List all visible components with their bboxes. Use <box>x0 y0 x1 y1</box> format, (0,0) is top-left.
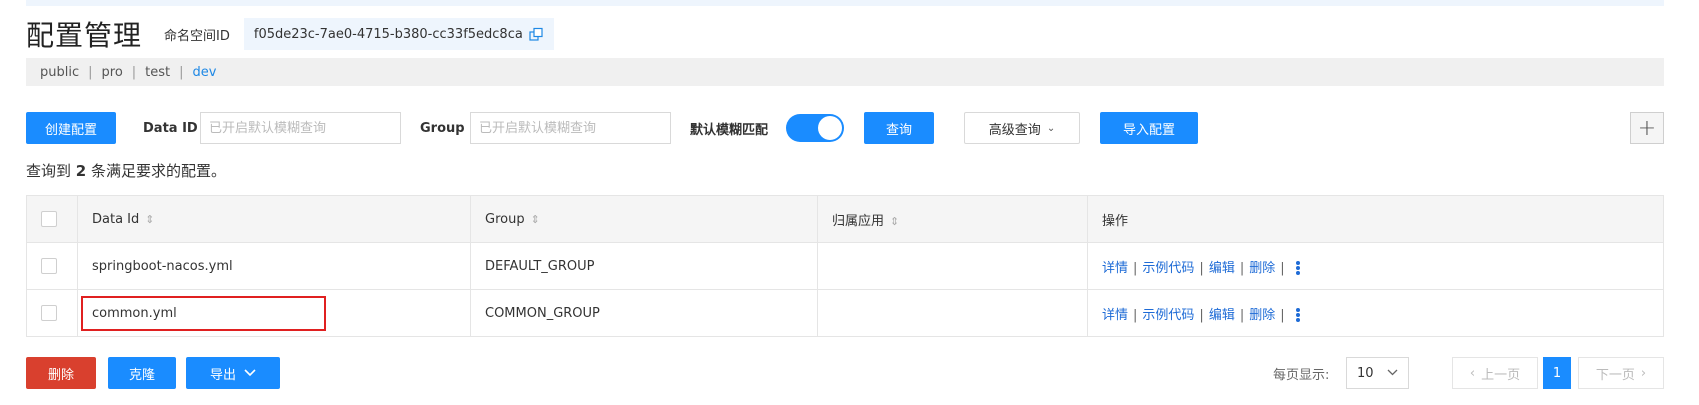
row-select-cell <box>26 242 78 290</box>
row-actions: 详情 | 示例代码 | 编辑 | 删除 | <box>1087 242 1664 290</box>
row-checkbox[interactable] <box>41 305 57 321</box>
result-prefix: 查询到 <box>26 162 72 180</box>
dataid-label: Data ID <box>143 120 198 136</box>
page-size-select[interactable]: 10 <box>1346 357 1409 389</box>
row-checkbox[interactable] <box>41 258 57 274</box>
header-actions: 操作 <box>1087 195 1664 243</box>
edit-link[interactable]: 编辑 <box>1209 308 1235 323</box>
row-data-id: common.yml <box>92 305 177 321</box>
top-banner-strip <box>26 0 1664 6</box>
sample-code-link[interactable]: 示例代码 <box>1142 308 1194 323</box>
fuzzy-match-label: 默认模糊匹配 <box>690 122 769 138</box>
namespace-label: 命名空间ID <box>164 28 230 44</box>
group-input[interactable] <box>470 112 671 144</box>
add-icon-button[interactable]: + <box>1630 112 1664 144</box>
page-title: 配置管理 <box>26 19 143 52</box>
bottom-bar: 删除 克隆 导出 每页显示: 10 ‹ 上一页 1 下一页 › <box>26 357 1664 389</box>
detail-link[interactable]: 详情 <box>1102 261 1128 276</box>
action-separator: | <box>1199 307 1204 323</box>
next-page-label: 下一页 <box>1595 367 1635 383</box>
table-row: springboot-nacos.yml DEFAULT_GROUP 详情 | 示例… <box>26 242 1664 290</box>
query-button[interactable]: 查询 <box>864 112 934 144</box>
namespace-separator: | <box>179 64 184 80</box>
namespace-tab-pro[interactable]: pro <box>102 65 123 80</box>
page-size-value: 10 <box>1357 365 1374 381</box>
header-data-id-label: Data Id <box>92 211 140 227</box>
header-group[interactable]: Group ⇕ <box>470 195 818 243</box>
advanced-query-button[interactable]: 高级查询 ⌄ <box>964 112 1080 144</box>
header-app[interactable]: 归属应用 ⇕ <box>817 195 1088 243</box>
action-separator: | <box>1133 260 1138 276</box>
detail-link[interactable]: 详情 <box>1102 308 1128 323</box>
header-data-id[interactable]: Data Id ⇕ <box>77 195 471 243</box>
fuzzy-match-toggle[interactable] <box>786 114 844 142</box>
action-separator: | <box>1280 260 1285 276</box>
namespace-tab-public[interactable]: public <box>40 65 79 80</box>
row-data-id: springboot-nacos.yml <box>77 242 471 290</box>
create-config-button[interactable]: 创建配置 <box>26 112 116 144</box>
batch-delete-button[interactable]: 删除 <box>26 357 96 389</box>
action-separator: | <box>1239 307 1245 323</box>
namespace-id-value: f05de23c-7ae0-4715-b380-cc33f5edc8ca <box>253 26 523 42</box>
namespace-tabs: public | pro | test | dev <box>26 58 1664 86</box>
next-page-button[interactable]: 下一页 › <box>1578 357 1664 389</box>
more-vertical-icon[interactable] <box>1295 308 1300 322</box>
header-app-label: 归属应用 <box>832 213 885 229</box>
more-vertical-icon[interactable] <box>1295 261 1300 275</box>
action-separator: | <box>1133 307 1138 323</box>
chevron-right-icon: › <box>1640 365 1647 381</box>
action-separator: | <box>1280 307 1285 323</box>
chevron-down-icon <box>1387 368 1398 379</box>
sort-icon[interactable]: ⇕ <box>890 215 899 228</box>
prev-page-button[interactable]: ‹ 上一页 <box>1452 357 1538 389</box>
row-group: COMMON_GROUP <box>470 289 818 337</box>
row-group: DEFAULT_GROUP <box>470 242 818 290</box>
import-config-button[interactable]: 导入配置 <box>1100 112 1198 144</box>
sort-icon[interactable]: ⇕ <box>531 213 540 226</box>
search-toolbar: 创建配置 Data ID Group 默认模糊匹配 查询 高级查询⌄ 导入配置 … <box>26 112 1664 144</box>
action-separator: | <box>1239 260 1245 276</box>
current-page-button[interactable]: 1 <box>1543 357 1571 389</box>
advanced-query-label: 高级查询 <box>988 122 1041 138</box>
chevron-down-icon: ⌄ <box>1046 122 1056 134</box>
toggle-knob <box>818 116 842 140</box>
prev-page-label: 上一页 <box>1481 367 1521 383</box>
delete-link[interactable]: 删除 <box>1249 308 1275 323</box>
select-all-checkbox[interactable] <box>41 211 57 227</box>
copy-icon[interactable] <box>529 27 544 42</box>
sample-code-link[interactable]: 示例代码 <box>1142 261 1194 276</box>
row-select-cell <box>26 289 78 337</box>
export-label: 导出 <box>209 367 236 383</box>
row-app <box>817 242 1088 290</box>
chevron-left-icon: ‹ <box>1469 365 1476 381</box>
table-header-row: Data Id ⇕ Group ⇕ 归属应用 ⇕ 操作 <box>26 195 1664 243</box>
clone-button[interactable]: 克隆 <box>108 357 176 389</box>
namespace-separator: | <box>88 64 93 80</box>
row-actions: 详情 | 示例代码 | 编辑 | 删除 | <box>1087 289 1664 337</box>
select-all-cell <box>26 195 78 243</box>
dataid-input[interactable] <box>200 112 401 144</box>
namespace-tab-dev[interactable]: dev <box>193 65 217 80</box>
export-button[interactable]: 导出 <box>186 357 280 389</box>
page-size-label: 每页显示: <box>1273 367 1330 383</box>
sort-icon[interactable]: ⇕ <box>145 213 154 226</box>
namespace-separator: | <box>131 64 137 80</box>
result-suffix: 条满足要求的配置。 <box>91 162 227 180</box>
action-separator: | <box>1199 260 1204 276</box>
delete-link[interactable]: 删除 <box>1249 261 1275 276</box>
config-table: Data Id ⇕ Group ⇕ 归属应用 ⇕ 操作 springboot-naco… <box>26 195 1664 337</box>
result-count-text: 查询到 2 条满足要求的配置。 <box>26 160 226 181</box>
result-count: 2 <box>75 162 87 180</box>
title-row: 配置管理 命名空间ID f05de23c-7ae0-4715-b380-cc33… <box>26 14 554 54</box>
row-app <box>817 289 1088 337</box>
chevron-down-icon <box>244 366 256 381</box>
edit-link[interactable]: 编辑 <box>1209 261 1235 276</box>
row-data-id-highlighted: common.yml <box>77 289 471 337</box>
namespace-tab-test[interactable]: test <box>145 65 170 80</box>
header-group-label: Group <box>485 211 525 227</box>
namespace-id-box: f05de23c-7ae0-4715-b380-cc33f5edc8ca <box>243 18 554 50</box>
group-label: Group <box>420 120 465 136</box>
table-row: common.yml COMMON_GROUP 详情 | 示例代码 | 编辑 | 删除 | <box>26 289 1664 337</box>
